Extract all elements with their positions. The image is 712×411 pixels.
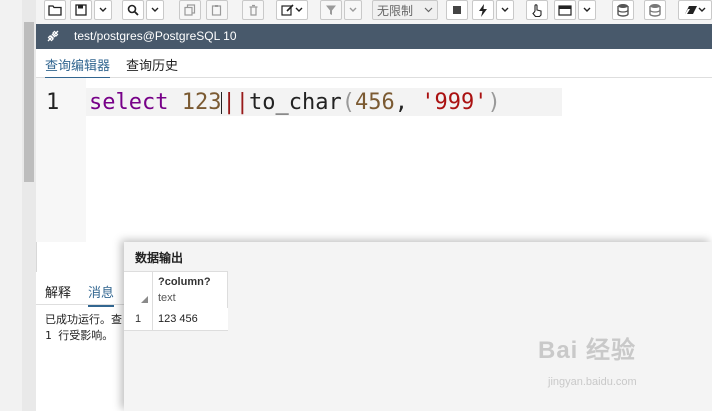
execute-button[interactable] [472, 0, 494, 20]
left-gutter [0, 0, 22, 411]
watermark-subtext: jingyan.baidu.com [548, 376, 637, 388]
rollback-button[interactable] [644, 0, 666, 20]
trash-icon [248, 4, 259, 16]
chevron-down-icon [424, 7, 433, 13]
sql-number: 456 [354, 90, 395, 115]
baidu-watermark: Bai 经验 jingyan.baidu.com [538, 330, 708, 400]
hand-pointer-icon [531, 3, 543, 17]
copy-button[interactable] [179, 0, 201, 20]
explain-dropdown-button[interactable] [578, 0, 596, 20]
message-text: 已成功运行。查 [45, 313, 122, 326]
column-header[interactable]: ?column? text [153, 272, 228, 309]
grid-corner[interactable] [124, 272, 153, 309]
paste-button[interactable] [206, 0, 228, 20]
sql-close-paren: ) [487, 90, 501, 115]
line-number-gutter [36, 78, 86, 242]
scrollbar-thumb[interactable] [24, 22, 34, 182]
table-icon [558, 4, 572, 16]
delete-button[interactable] [242, 0, 264, 20]
column-type: text [158, 292, 176, 304]
connection-tab-bar: test/postgres@PostgreSQL 10 [36, 24, 712, 49]
commit-button[interactable] [612, 0, 634, 20]
row-limit-value: 无限制 [377, 3, 414, 18]
filter-button[interactable] [320, 0, 342, 20]
chevron-down-icon [295, 7, 303, 13]
explain-analyze-button[interactable] [554, 0, 576, 20]
editor-subtabs: 查询编辑器 查询历史 [36, 49, 712, 79]
chevron-down-icon [501, 7, 509, 13]
watermark-text: Bai 经验 [538, 337, 637, 364]
save-dropdown-button[interactable] [94, 0, 112, 20]
sql-number: 123 [181, 90, 222, 115]
connection-plug-icon[interactable] [46, 29, 60, 48]
paste-icon [211, 4, 223, 16]
table-cell[interactable]: 123 456 [158, 308, 198, 330]
stop-query-button[interactable] [446, 0, 468, 20]
execute-dropdown-button[interactable] [496, 0, 514, 20]
database-rollback-icon [649, 3, 661, 17]
tab-explain[interactable]: 解释 [45, 282, 71, 301]
sql-comma: , [394, 90, 422, 115]
chevron-down-icon [99, 7, 107, 13]
stop-icon [452, 5, 462, 15]
copy-icon [184, 4, 196, 16]
connection-title[interactable]: test/postgres@PostgreSQL 10 [74, 29, 237, 43]
chevron-down-icon [349, 7, 357, 13]
database-commit-icon [617, 3, 629, 17]
explain-button[interactable] [526, 0, 548, 20]
find-button[interactable] [122, 0, 144, 20]
sql-keyword: select [89, 90, 169, 115]
open-file-button[interactable] [44, 0, 66, 20]
chevron-down-icon [151, 7, 159, 13]
filter-dropdown-button[interactable] [344, 0, 362, 20]
tab-query-editor[interactable]: 查询编辑器 [45, 55, 111, 79]
sql-function: to_char [248, 90, 342, 115]
clear-dropdown-button[interactable] [678, 0, 712, 20]
edit-icon [281, 4, 295, 16]
messages-panel: 解释 消息 已成功运行。查 1 行受影响。 [36, 272, 136, 411]
eraser-icon [684, 5, 698, 15]
column-name: ?column? [158, 276, 211, 288]
row-limit-select[interactable]: 无限制 [372, 0, 438, 20]
save-icon [75, 4, 87, 16]
save-file-button[interactable] [70, 0, 92, 20]
find-dropdown-button[interactable] [146, 0, 164, 20]
table-row[interactable]: 1 123 456 [124, 308, 228, 331]
sql-code-line[interactable]: select 123||to_char(456, '999') [89, 90, 501, 115]
sql-string: '999' [421, 90, 488, 115]
lightning-icon [478, 3, 488, 17]
chevron-down-icon [583, 7, 591, 13]
line-number: 1 [46, 90, 60, 115]
data-output-title[interactable]: 数据输出 [135, 249, 183, 266]
query-toolbar: 无限制 [36, 0, 712, 25]
filter-icon [325, 4, 337, 16]
edit-dropdown-button[interactable] [276, 0, 308, 20]
chevron-down-icon [698, 7, 706, 13]
sql-operator: || [222, 90, 249, 115]
result-grid-header: ?column? text [124, 271, 228, 310]
search-icon [127, 4, 139, 16]
tab-query-history[interactable]: 查询历史 [126, 55, 178, 74]
message-text: 1 行受影响。 [45, 329, 114, 342]
folder-icon [48, 4, 62, 16]
sql-editor[interactable]: 1 select 123||to_char(456, '999') [36, 78, 712, 242]
select-all-icon [141, 296, 148, 303]
divider [36, 304, 136, 305]
sql-open-paren: ( [341, 90, 355, 115]
row-number[interactable]: 1 [124, 308, 153, 330]
